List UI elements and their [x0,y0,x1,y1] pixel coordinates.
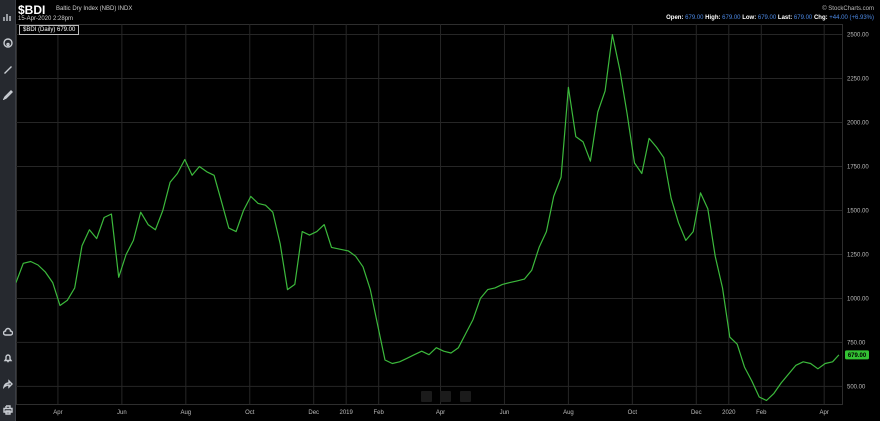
left-toolbar [0,0,16,421]
x-tick-label: 2019 [340,410,354,416]
cloud-icon[interactable] [2,326,13,337]
y-tick-label: 1000.00 [847,296,869,302]
x-tick-label: Aug [563,410,574,416]
chart-header: $BDI Baltic Dry Index (NBD) INDX 15-Apr-… [16,0,880,24]
bdi-series-line [16,34,840,402]
brush-icon[interactable] [2,64,13,75]
scroll-left-button[interactable] [421,391,432,402]
symbol-title: $BDI [18,3,46,17]
y-tick-label: 2250.00 [847,77,869,83]
y-tick-label: 1750.00 [847,165,869,171]
last-value-label: 679.00 [848,353,867,359]
x-tick-label: Oct [245,410,255,416]
y-tick-label: 2000.00 [847,121,869,127]
timestamp: 15-Apr-2020 2:28pm [18,16,74,22]
open-value: 679.00 [685,15,704,21]
x-tick-label: Feb [756,410,767,416]
palette-icon[interactable] [2,37,13,48]
high-value: 679.00 [722,15,741,21]
y-tick-label: 750.00 [847,340,866,346]
chg-label: Chg: [813,15,828,21]
last-value: 679.00 [793,15,813,21]
x-tick-label: Dec [308,410,319,416]
low-label: Low: [742,15,757,21]
x-tick-label: 2020 [722,410,736,416]
x-tick-label: Dec [691,410,702,416]
x-tick-label: Apr [436,410,445,416]
high-label: High: [705,15,721,21]
y-tick-label: 1250.00 [847,252,869,258]
zoom-button[interactable] [440,391,452,402]
y-tick-label: 500.00 [847,384,866,390]
price-chart[interactable]: 500.00 750.00 1000.00 1250.00 1500.00 1750.00… [16,24,880,421]
chart-nav [421,389,475,407]
open-label: Open: [666,15,684,21]
x-tick-label: Apr [820,410,829,416]
x-tick-label: Apr [53,410,62,416]
low-value: 679.00 [757,15,777,21]
bell-icon[interactable] [2,352,13,363]
x-tick-label: Oct [628,410,638,416]
x-tick-label: Jun [117,410,127,416]
copyright: © StockCharts.com [822,6,874,12]
share-icon[interactable] [2,378,13,389]
chart-icon[interactable] [2,11,13,22]
chg-value: +44.00 (+6.93%) [829,15,874,21]
last-label: Last: [777,15,793,21]
print-icon[interactable] [2,404,13,415]
x-tick-label: Feb [374,410,385,416]
symbol-name: Baltic Dry Index (NBD) INDX [56,6,133,12]
y-tick-label: 2500.00 [847,33,869,39]
x-tick-label: Jun [500,410,510,416]
chart-legend: $BDI (Daily) 679.00 [19,25,80,35]
pencil-icon[interactable] [2,89,13,100]
ohlc-readout: Open: 679.00 High: 679.00 Low: 679.00 La… [666,15,874,21]
x-tick-label: Aug [180,410,191,416]
scroll-right-button[interactable] [459,391,471,402]
y-tick-label: 1500.00 [847,208,869,214]
